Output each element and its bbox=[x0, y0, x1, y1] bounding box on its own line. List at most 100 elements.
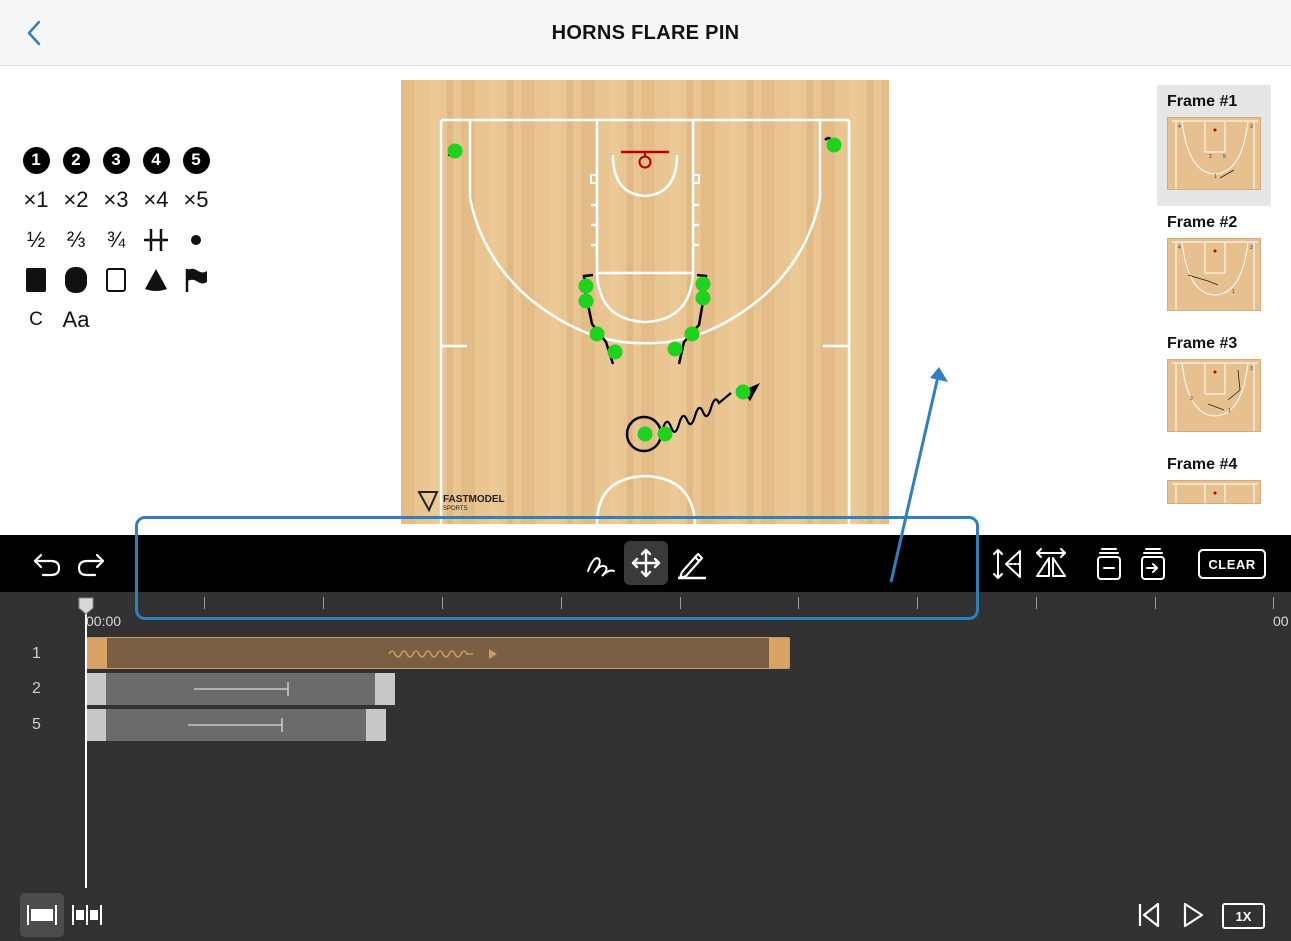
frame-thumbnail: 4 3 1 bbox=[1167, 238, 1261, 311]
edit-toolbar: CLEAR bbox=[0, 535, 1291, 592]
playback-speed-button[interactable]: 1X bbox=[1222, 903, 1265, 929]
svg-text:2: 2 bbox=[1209, 154, 1212, 160]
skip-back-button[interactable] bbox=[1132, 897, 1166, 933]
offense-player-4[interactable]: 4 bbox=[136, 140, 176, 180]
svg-text:4: 4 bbox=[1178, 124, 1181, 130]
screen-line-icon bbox=[188, 718, 283, 732]
svg-text:FASTMODEL: FASTMODEL bbox=[443, 494, 505, 505]
pencil-button[interactable] bbox=[670, 543, 712, 585]
dribble-line-icon bbox=[388, 649, 497, 659]
trim-handle-right[interactable] bbox=[375, 673, 395, 705]
flip-vertical-icon bbox=[993, 549, 1021, 579]
track-label: 5 bbox=[32, 716, 41, 733]
frame-item-1[interactable]: Frame #1 43251 bbox=[1157, 85, 1271, 206]
freehand-icon bbox=[587, 557, 615, 577]
rectangle-outline-icon[interactable] bbox=[96, 260, 136, 300]
half-symbol[interactable]: ½ bbox=[16, 220, 56, 260]
trim-handle-right[interactable] bbox=[769, 638, 789, 668]
symbol-palette: 1 2 3 4 5 ×1 ×2 ×3 ×4 ×5 ½ ⅔ ¾ C Aa bbox=[16, 140, 216, 340]
redo-icon bbox=[77, 553, 105, 577]
svg-text:3: 3 bbox=[1250, 124, 1253, 130]
timeline-action-screen[interactable] bbox=[86, 709, 386, 741]
svg-text:4: 4 bbox=[1178, 245, 1181, 251]
redo-button[interactable] bbox=[70, 543, 112, 585]
defense-player-3[interactable]: ×3 bbox=[96, 180, 136, 220]
frame-item-2[interactable]: Frame #2 431 bbox=[1157, 206, 1271, 327]
flip-vertical-button[interactable] bbox=[987, 543, 1029, 585]
svg-text:5: 5 bbox=[1223, 154, 1226, 160]
svg-text:1: 1 bbox=[1214, 174, 1217, 180]
undo-icon bbox=[33, 553, 61, 577]
trim-handle-left[interactable] bbox=[86, 709, 106, 741]
move-icon bbox=[631, 548, 661, 578]
frame-thumbnail: 2 3 1 bbox=[1167, 359, 1261, 432]
screen-line-icon bbox=[194, 682, 289, 696]
playhead[interactable] bbox=[85, 600, 87, 888]
play-button[interactable] bbox=[1176, 897, 1210, 933]
offense-player-3[interactable]: 3 bbox=[96, 140, 136, 180]
defense-player-1[interactable]: ×1 bbox=[16, 180, 56, 220]
next-frame-icon bbox=[1141, 548, 1165, 580]
frame-thumbnail bbox=[1167, 480, 1261, 504]
play-icon bbox=[1183, 902, 1204, 928]
next-frame-button[interactable] bbox=[1132, 543, 1174, 585]
move-button[interactable] bbox=[624, 541, 668, 585]
track-label: 1 bbox=[32, 645, 41, 662]
two-thirds-symbol[interactable]: ⅔ bbox=[56, 220, 96, 260]
defense-player-5[interactable]: ×5 bbox=[176, 180, 216, 220]
frame-thumbnail: 4 3 2 5 1 bbox=[1167, 117, 1261, 190]
timeline-end-time: 00 bbox=[1273, 613, 1289, 629]
track-label: 2 bbox=[32, 680, 41, 697]
pencil-icon bbox=[678, 552, 706, 580]
cone-icon[interactable] bbox=[136, 260, 176, 300]
dot-icon[interactable] bbox=[176, 220, 216, 260]
page-title: HORNS FLARE PIN bbox=[551, 22, 740, 44]
flag-icon[interactable] bbox=[176, 260, 216, 300]
svg-text:1: 1 bbox=[1228, 408, 1231, 414]
svg-text:2: 2 bbox=[1190, 396, 1193, 402]
offense-player-5[interactable]: 5 bbox=[176, 140, 216, 180]
basketball-court[interactable]: FASTMODEL SPORTS bbox=[401, 80, 889, 525]
misc-symbol-row: ½ ⅔ ¾ bbox=[16, 220, 216, 260]
shape-row bbox=[16, 260, 216, 300]
timeline-panel: 00:00 00 1 2 5 bbox=[0, 592, 1291, 941]
screen-icon[interactable] bbox=[136, 220, 176, 260]
defense-player-4[interactable]: ×4 bbox=[136, 180, 176, 220]
timeline-view-icon bbox=[27, 905, 57, 925]
trim-handle-right[interactable] bbox=[366, 709, 386, 741]
three-quarters-symbol[interactable]: ¾ bbox=[96, 220, 136, 260]
undo-button[interactable] bbox=[26, 543, 68, 585]
frame-item-3[interactable]: Frame #3 231 bbox=[1157, 327, 1271, 448]
split-view-button[interactable] bbox=[66, 893, 108, 937]
timeline-action-screen[interactable] bbox=[86, 673, 395, 705]
text-row: C Aa bbox=[16, 300, 216, 340]
flip-horizontal-button[interactable] bbox=[1030, 543, 1072, 585]
svg-text:3: 3 bbox=[1250, 366, 1253, 372]
offense-player-1[interactable]: 1 bbox=[16, 140, 56, 180]
trim-handle-left[interactable] bbox=[87, 638, 107, 668]
court-floor bbox=[401, 80, 889, 524]
skip-back-icon bbox=[1138, 902, 1160, 928]
trim-handle-left[interactable] bbox=[86, 673, 106, 705]
svg-text:1: 1 bbox=[1232, 289, 1235, 295]
svg-text:SPORTS: SPORTS bbox=[443, 506, 468, 512]
offense-player-row: 1 2 3 4 5 bbox=[16, 140, 216, 180]
text-tool[interactable]: Aa bbox=[56, 300, 96, 340]
freehand-button[interactable] bbox=[580, 543, 622, 585]
remove-frame-button[interactable] bbox=[1088, 543, 1130, 585]
oval-icon[interactable] bbox=[56, 260, 96, 300]
split-view-icon bbox=[72, 905, 102, 925]
clear-button[interactable]: CLEAR bbox=[1198, 549, 1266, 579]
svg-text:3: 3 bbox=[1250, 245, 1253, 251]
defense-player-row: ×1 ×2 ×3 ×4 ×5 bbox=[16, 180, 216, 220]
coach-symbol[interactable]: C bbox=[16, 300, 56, 340]
defense-player-2[interactable]: ×2 bbox=[56, 180, 96, 220]
frame-item-4[interactable]: Frame #4 bbox=[1157, 448, 1271, 504]
flip-horizontal-icon bbox=[1036, 548, 1066, 577]
square-icon[interactable] bbox=[16, 260, 56, 300]
playhead-handle-icon[interactable] bbox=[78, 597, 94, 615]
timeline-action-dribble[interactable] bbox=[86, 637, 790, 669]
timeline-view-button[interactable] bbox=[20, 893, 64, 937]
offense-player-2[interactable]: 2 bbox=[56, 140, 96, 180]
remove-frame-icon bbox=[1097, 548, 1121, 580]
